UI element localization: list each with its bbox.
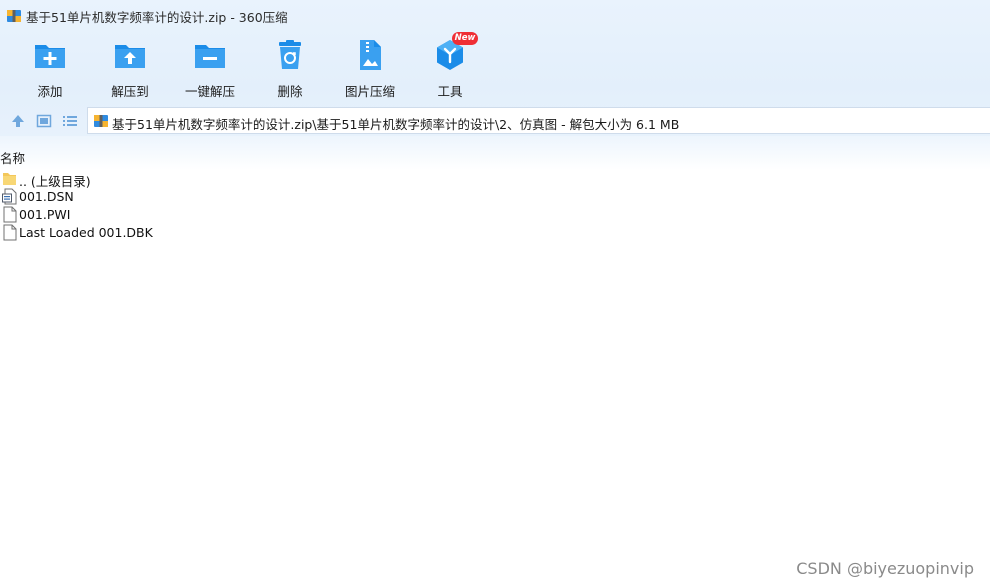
extract-to-label: 解压到 [111, 84, 149, 99]
file-icon [3, 206, 17, 223]
archive-file-icon [94, 115, 108, 127]
title-bar: 基于51单片机数字频率计的设计.zip - 360压缩 [0, 0, 990, 32]
toolbar-fade [0, 136, 990, 170]
one-click-extract-icon [195, 45, 225, 68]
list-item-file[interactable]: Last Loaded 001.DBK [0, 224, 300, 242]
list-view-icon[interactable] [62, 113, 78, 129]
archive-app-icon [7, 10, 21, 22]
list-item-label: Last Loaded 001.DBK [19, 225, 153, 240]
add-button[interactable]: 添加 [10, 38, 90, 99]
add-folder-icon [35, 45, 65, 68]
extract-to-button[interactable]: 解压到 [90, 38, 170, 99]
list-item-parent-directory[interactable]: .. (上级目录) [0, 170, 300, 189]
thumbnail-view-icon[interactable] [36, 113, 52, 129]
recycle-bin-icon [279, 40, 301, 69]
delete-label: 删除 [277, 84, 303, 99]
list-item-label: 001.PWI [19, 207, 71, 222]
file-icon [3, 224, 17, 241]
folder-icon [3, 173, 16, 185]
dsn-file-icon [2, 188, 17, 205]
tools-button[interactable]: 工具 [410, 38, 490, 99]
watermark-text: CSDN @biyezuopinvip [796, 559, 974, 578]
window-title: 基于51单片机数字频率计的设计.zip - 360压缩 [26, 10, 288, 25]
address-bar[interactable]: 基于51单片机数字频率计的设计.zip\基于51单片机数字频率计的设计\2、仿真… [87, 107, 990, 134]
up-arrow-icon[interactable] [10, 113, 26, 129]
address-path: 基于51单片机数字频率计的设计.zip\基于51单片机数字频率计的设计\2、仿真… [112, 117, 680, 132]
image-compress-icon [360, 40, 381, 70]
list-item-file[interactable]: 001.DSN [0, 188, 300, 206]
add-label: 添加 [37, 84, 63, 99]
new-badge: New [452, 32, 478, 45]
image-compress-button[interactable]: 图片压缩 [330, 38, 410, 99]
column-header-name[interactable]: 名称 [0, 148, 25, 167]
image-compress-label: 图片压缩 [344, 84, 395, 99]
list-item-file[interactable]: 001.PWI [0, 206, 300, 224]
tools-label: 工具 [437, 84, 463, 99]
one-click-extract-button[interactable]: 一键解压 [170, 38, 250, 99]
extract-folder-icon [115, 45, 145, 68]
one-click-extract-label: 一键解压 [184, 84, 235, 99]
list-item-label: 001.DSN [19, 189, 74, 204]
delete-button[interactable]: 删除 [250, 38, 330, 99]
